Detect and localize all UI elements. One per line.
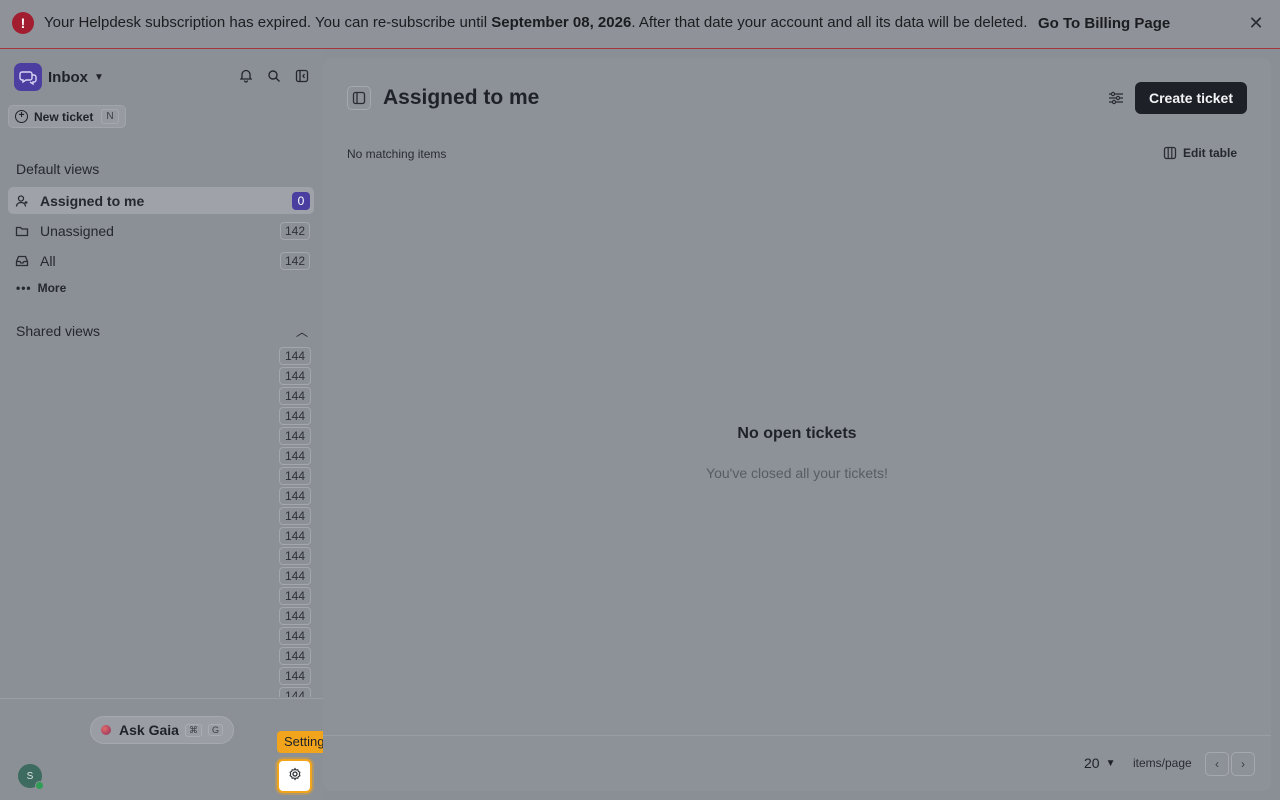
pagination-footer: 20 ▼ items/page ‹ ›	[323, 735, 1271, 791]
new-ticket-button[interactable]: + New ticket N	[8, 105, 126, 128]
shared-view-count-badge: 144	[279, 647, 311, 665]
shared-view-count-badge: 144	[279, 347, 311, 365]
more-button[interactable]: ••• More	[16, 281, 66, 295]
subscription-banner: ! Your Helpdesk subscription has expired…	[0, 0, 1280, 49]
new-ticket-label: New ticket	[34, 109, 94, 124]
create-ticket-button[interactable]: Create ticket	[1135, 82, 1247, 114]
empty-state-title: No open tickets	[737, 425, 857, 442]
app-switcher[interactable]: Inbox ▼	[14, 63, 104, 91]
close-icon[interactable]: ✕	[1246, 13, 1266, 33]
gaia-orb-icon	[101, 725, 111, 735]
default-views-title: Default views	[16, 161, 100, 177]
shortcut-key: ⌘	[184, 723, 202, 737]
sidebar-toggle-icon[interactable]	[347, 86, 371, 110]
shared-view-count-badge: 144	[279, 627, 311, 645]
nav-label: Unassigned	[40, 222, 114, 239]
alert-circle-icon: !	[12, 12, 34, 34]
chevron-up-icon[interactable]: ︿	[296, 323, 308, 340]
next-page-button[interactable]: ›	[1231, 752, 1255, 776]
shared-view-count-badge: 144	[279, 407, 311, 425]
shortcut-key: G	[207, 724, 223, 736]
shared-view-count-badge: 144	[279, 447, 311, 465]
app-name: Inbox	[48, 68, 88, 86]
shared-view-count-badge: 144	[279, 367, 311, 385]
banner-date: September 08, 2026	[491, 14, 632, 31]
main-panel: Assigned to me Create ticket No matching…	[323, 58, 1271, 791]
page-title: Assigned to me	[383, 86, 540, 109]
columns-icon	[1163, 146, 1177, 160]
chevron-left-icon: ‹	[1215, 757, 1219, 771]
shared-views-title: Shared views	[16, 323, 101, 339]
sidebar-footer: Ask Gaia ⌘ G S	[0, 698, 323, 800]
nav-label: All	[40, 252, 56, 269]
shared-view-count-badge: 144	[279, 607, 311, 625]
inbox-logo-icon	[14, 63, 42, 91]
folder-icon	[14, 224, 30, 238]
bell-icon[interactable]	[238, 68, 254, 84]
search-icon[interactable]	[266, 68, 282, 84]
shared-view-count-badge: 144	[279, 567, 311, 585]
sidebar: Inbox ▼ + New ticket N Default views Ass…	[0, 50, 323, 800]
user-icon	[14, 194, 30, 208]
shared-views-list: 144 144 144 144 144 144 144 144 144 144 144 144 144 1…	[279, 347, 311, 697]
shared-view-count-badge: 144	[279, 527, 311, 545]
gear-icon	[288, 767, 302, 786]
count-badge: 0	[292, 191, 310, 210]
more-dots-icon: •••	[16, 281, 32, 295]
plus-circle-icon: +	[15, 110, 28, 123]
shared-view-count-badge: 144	[279, 687, 311, 697]
inbox-icon	[14, 254, 30, 268]
chevron-down-icon: ▼	[94, 71, 104, 83]
items-per-page-select[interactable]: 20 ▼	[1084, 755, 1115, 771]
edit-table-label: Edit table	[1183, 146, 1238, 160]
empty-state-subtitle: You've closed all your tickets!	[706, 465, 888, 481]
ask-gaia-label: Ask Gaia	[119, 722, 179, 738]
shared-view-count-badge: 144	[279, 667, 311, 685]
shared-view-count-badge: 144	[279, 487, 311, 505]
chevron-down-icon: ▼	[1105, 757, 1116, 769]
shared-view-count-badge: 144	[279, 427, 311, 445]
shared-view-count-badge: 144	[279, 507, 311, 525]
banner-message-suffix: . After that date your account and all i…	[631, 14, 1028, 31]
ask-gaia-button[interactable]: Ask Gaia ⌘ G	[90, 716, 234, 744]
nav-label: Assigned to me	[40, 192, 145, 209]
go-to-billing-link[interactable]: Go To Billing Page	[1038, 15, 1170, 32]
prev-page-button[interactable]: ‹	[1205, 752, 1229, 776]
banner-message-prefix: Your Helpdesk subscription has expired. …	[44, 14, 492, 31]
nav-item-unassigned[interactable]: Unassigned 142	[8, 217, 314, 244]
filter-sliders-icon[interactable]	[1107, 89, 1125, 107]
edit-table-button[interactable]: Edit table	[1163, 146, 1237, 160]
more-label: More	[37, 281, 67, 295]
shared-view-count-badge: 144	[279, 387, 311, 405]
shared-view-count-badge: 144	[279, 547, 311, 565]
banner-message: Your Helpdesk subscription has expired. …	[44, 14, 1027, 31]
nav-item-assigned-to-me[interactable]: Assigned to me 0	[8, 187, 314, 214]
nav-item-all[interactable]: All 142	[8, 247, 314, 274]
shared-view-count-badge: 144	[279, 587, 311, 605]
items-per-page-label: items/page	[1133, 756, 1192, 770]
shared-view-count-badge: 144	[279, 467, 311, 485]
online-status-dot	[35, 781, 44, 790]
chevron-right-icon: ›	[1241, 757, 1245, 771]
avatar[interactable]: S	[18, 764, 44, 790]
count-badge: 142	[279, 251, 310, 270]
count-badge: 142	[279, 221, 310, 240]
collapse-sidebar-icon[interactable]	[294, 68, 310, 84]
per-page-value: 20	[1084, 755, 1100, 771]
shortcut-key: N	[101, 109, 119, 124]
avatar-initial: S	[26, 770, 34, 782]
no-matching-items-text: No matching items	[347, 147, 447, 161]
settings-button[interactable]	[277, 759, 312, 793]
